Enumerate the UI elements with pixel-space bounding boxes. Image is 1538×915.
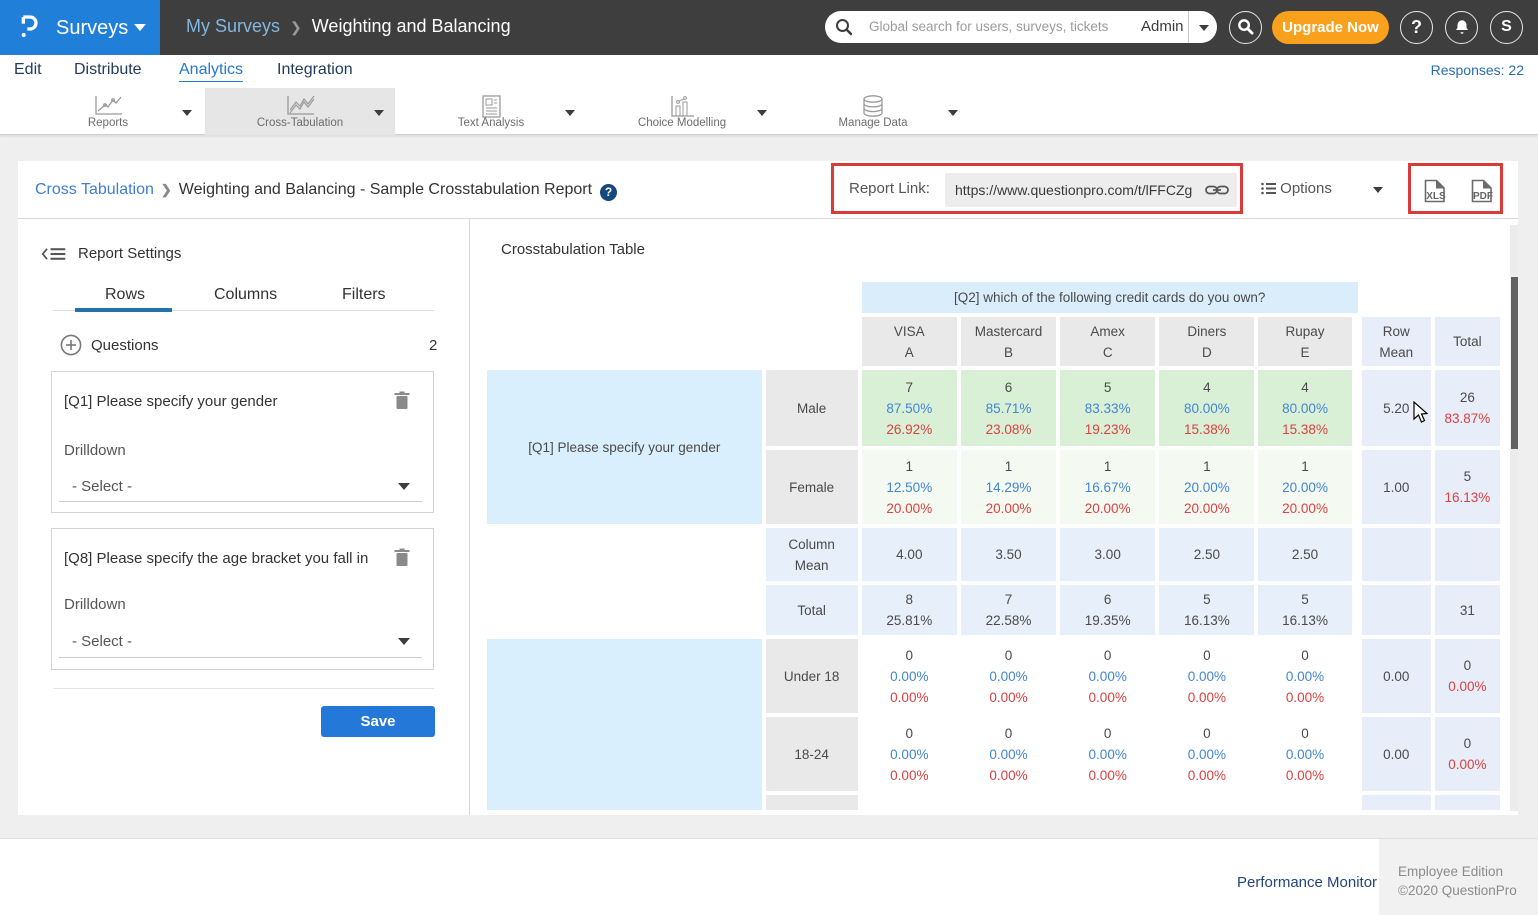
- svg-text:XLS: XLS: [1426, 191, 1446, 202]
- svg-text:PDF: PDF: [1473, 191, 1493, 202]
